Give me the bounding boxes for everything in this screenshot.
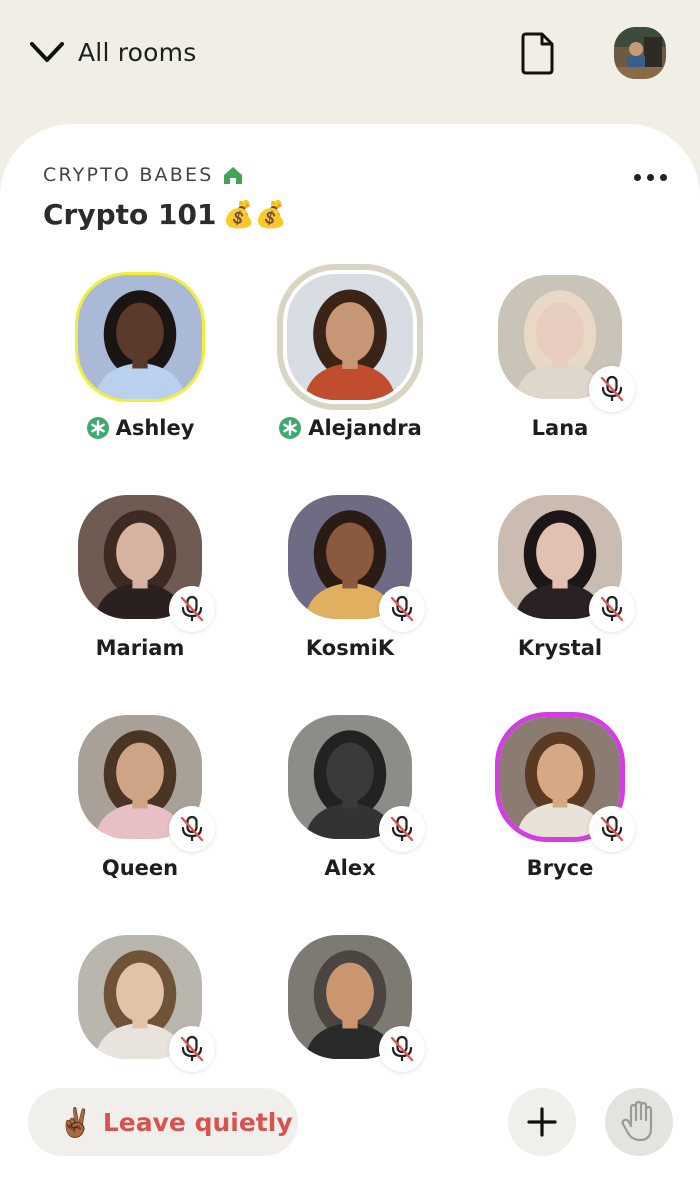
speaker-avatar[interactable] xyxy=(75,932,215,1072)
speaker-avatar[interactable] xyxy=(285,492,425,632)
speaker-name-row: Alex xyxy=(260,856,440,880)
speaker-name-row: Lana xyxy=(470,416,650,440)
room-sheet: CRYPTO BABES Crypto 101 💰💰 Ashley Alejan… xyxy=(0,124,700,1200)
avatar xyxy=(75,272,205,402)
moderator-icon xyxy=(86,417,109,439)
speaker-name: Ashley xyxy=(115,416,195,440)
muted-badge xyxy=(589,806,635,852)
room-title-text: Crypto 101 xyxy=(43,198,217,231)
speaker-name-row: Bryce xyxy=(470,856,650,880)
muted-badge xyxy=(169,586,215,632)
muted-badge xyxy=(379,1026,425,1072)
muted-badge xyxy=(379,586,425,632)
peace-hand-emoji: ✌🏾 xyxy=(58,1105,93,1139)
speaker-tile[interactable]: Queen xyxy=(50,712,230,880)
muted-badge xyxy=(169,806,215,852)
raise-hand-button[interactable] xyxy=(605,1088,673,1156)
top-bar: All rooms xyxy=(0,0,700,124)
speaker-photo xyxy=(287,274,413,400)
bottom-bar: ✌🏾 Leave quietly xyxy=(0,1080,700,1200)
speaker-avatar[interactable] xyxy=(495,712,635,852)
muted-badge xyxy=(169,1026,215,1072)
club-name: CRYPTO BABES xyxy=(43,164,214,186)
muted-badge xyxy=(589,366,635,412)
speaker-avatar[interactable] xyxy=(75,492,215,632)
room-title: Crypto 101 💰💰 xyxy=(43,198,287,231)
avatar xyxy=(277,264,423,410)
chevron-down-icon xyxy=(30,42,64,62)
speaker-avatar[interactable] xyxy=(285,712,425,852)
leave-quietly-button[interactable]: ✌🏾 Leave quietly xyxy=(28,1088,298,1156)
mic-off-icon xyxy=(180,815,204,842)
speaker-name-row: Queen xyxy=(50,856,230,880)
speaker-name-row: KosmiK xyxy=(260,636,440,660)
speaker-name: KosmiK xyxy=(305,636,395,660)
moderator-icon xyxy=(279,417,302,439)
more-options-button[interactable] xyxy=(630,166,670,188)
speaker-name: Queen xyxy=(101,856,179,880)
speaker-name: Alex xyxy=(324,856,376,880)
speaker-tile[interactable]: Alex xyxy=(260,712,440,880)
speaker-name-row: Ashley xyxy=(50,416,230,440)
speaker-tile[interactable]: Mariam xyxy=(50,492,230,660)
speaker-name: Alejandra xyxy=(308,416,422,440)
leave-quietly-label: Leave quietly xyxy=(102,1107,293,1137)
speaker-tile[interactable]: Ashley xyxy=(50,272,230,440)
speaker-name-row: Alejandra xyxy=(260,416,440,440)
plus-icon xyxy=(527,1107,557,1137)
speaker-tile[interactable]: KosmiK xyxy=(260,492,440,660)
speaker-avatar[interactable] xyxy=(495,492,635,632)
speaker-avatar[interactable] xyxy=(495,272,635,412)
document-icon[interactable] xyxy=(518,30,558,76)
mic-off-icon xyxy=(180,1035,204,1062)
speaker-name: Lana xyxy=(531,416,589,440)
mic-off-icon xyxy=(600,375,624,402)
speaker-tile[interactable] xyxy=(50,932,230,1076)
mic-off-icon xyxy=(390,815,414,842)
mic-off-icon xyxy=(600,595,624,622)
speaker-avatar[interactable] xyxy=(277,264,423,410)
speaker-tile[interactable] xyxy=(260,932,440,1076)
speaker-tile[interactable]: Bryce xyxy=(470,712,650,880)
raise-hand-icon xyxy=(621,1100,653,1142)
add-person-button[interactable] xyxy=(508,1088,576,1156)
speaker-avatar[interactable] xyxy=(75,712,215,852)
speaker-name-row: Krystal xyxy=(470,636,650,660)
speaker-photo xyxy=(78,275,202,399)
club-header[interactable]: CRYPTO BABES xyxy=(43,164,243,186)
speaker-name-row: Mariam xyxy=(50,636,230,660)
mic-off-icon xyxy=(390,1035,414,1062)
dot-icon xyxy=(646,173,654,181)
speaker-tile[interactable]: Krystal xyxy=(470,492,650,660)
speaker-tile[interactable]: Lana xyxy=(470,272,650,440)
all-rooms-label: All rooms xyxy=(78,37,197,67)
dot-icon xyxy=(659,173,667,181)
speaker-name: Mariam xyxy=(95,636,185,660)
home-icon xyxy=(224,166,243,184)
muted-badge xyxy=(379,806,425,852)
money-bag-emoji: 💰💰 xyxy=(222,199,288,230)
speaker-avatar[interactable] xyxy=(285,932,425,1072)
speaker-tile[interactable]: Alejandra xyxy=(260,264,440,440)
mic-off-icon xyxy=(180,595,204,622)
speaker-name: Krystal xyxy=(517,636,603,660)
speaker-avatar[interactable] xyxy=(75,272,205,402)
dot-icon xyxy=(633,173,641,181)
mic-off-icon xyxy=(600,815,624,842)
speaker-name: Bryce xyxy=(526,856,594,880)
muted-badge xyxy=(589,586,635,632)
mic-off-icon xyxy=(390,595,414,622)
profile-avatar[interactable] xyxy=(614,27,666,79)
all-rooms-button[interactable]: All rooms xyxy=(28,36,196,68)
